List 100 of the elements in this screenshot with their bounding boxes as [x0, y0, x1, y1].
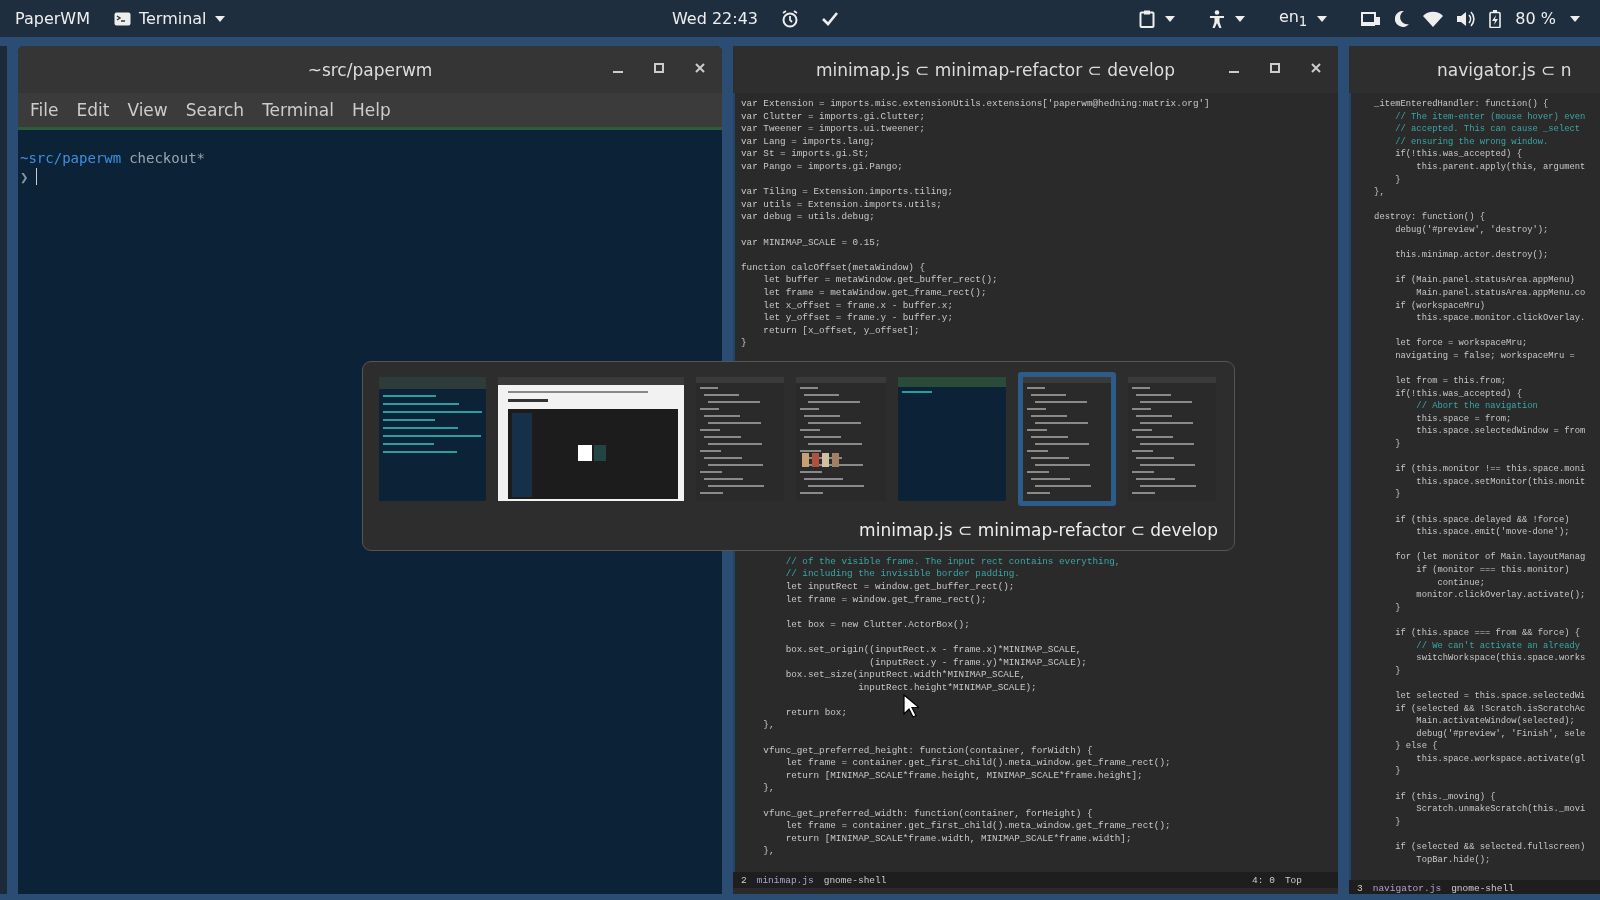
code-line: box.set_size(inputRect.width*MINIMAP_SCALE,	[784, 669, 1026, 681]
clipboard-indicator[interactable]	[1138, 9, 1175, 28]
code-line: this.space.workspace.activate(gl	[1415, 753, 1586, 764]
code-line: if(!this.was_accepted) {	[1394, 149, 1522, 160]
code-line: if (this.monitor !== this.space.moni	[1394, 464, 1586, 475]
code-line: function calcOffset(metaWindow) {	[741, 261, 926, 273]
menu-item[interactable]: File	[22, 98, 67, 122]
buffer-number: 2	[741, 874, 747, 886]
code-line: var Tiling = Extension.imports.tiling;	[741, 186, 953, 198]
accessibility-indicator[interactable]	[1208, 9, 1245, 28]
code-line: if (selected && selected.fullscreen)	[1394, 842, 1586, 853]
code-line: // We can't activate an already	[1415, 640, 1580, 651]
code-line: monitor.clickOverlay.activate();	[1415, 590, 1586, 601]
code-line: // ensuring the wrong window.	[1394, 136, 1549, 147]
display-icon	[1361, 10, 1382, 27]
code-line: let x_offset = frame.x - buffer.x;	[762, 299, 953, 311]
code-line: var Pango = imports.gi.Pango;	[741, 160, 903, 172]
system-menu[interactable]: 80 %	[1361, 9, 1580, 28]
code-line: let y_offset = frame.y - buffer.y;	[762, 312, 953, 324]
code-line: }	[1394, 489, 1401, 500]
code-line: this.space = from;	[1415, 413, 1512, 424]
code-line: },	[762, 845, 775, 857]
code-line: var St = imports.gi.St;	[741, 148, 870, 160]
code-line: if (selected && !Scratch.isScratchAc	[1394, 703, 1586, 714]
code-line: }	[1394, 766, 1401, 777]
code-line: this.space.setMonitor(this.monit	[1415, 476, 1586, 487]
code-line: let frame = container.get_first_child().meta_window.get_frame_rect();	[784, 820, 1171, 832]
code-line: let inputRect = window.get_buffer_rect();	[784, 580, 1015, 592]
code-line: vfunc_get_preferred_height: function(container, forWidth) {	[762, 744, 1093, 756]
mode-name: gnome-shell	[1451, 882, 1514, 894]
close-icon[interactable]	[694, 62, 706, 74]
code-line: }	[1394, 602, 1401, 613]
text-cursor	[36, 168, 38, 185]
code-line: // The item-enter (mouse hover) even	[1394, 111, 1586, 122]
close-icon[interactable]	[1310, 62, 1322, 74]
code-line: // including the invisible border padding.	[784, 568, 1020, 580]
code-line: this.space.selectedWindow = from	[1415, 426, 1586, 437]
code-line: if (Main.panel.statusArea.appMenu)	[1394, 275, 1575, 286]
mouse-pointer-icon	[903, 694, 919, 718]
code-line: if(!this.was_accepted) {	[1394, 388, 1522, 399]
window-thumbnail[interactable]	[498, 377, 684, 501]
code-line: let force = workspaceMru;	[1394, 338, 1528, 349]
code-line: }	[741, 337, 747, 349]
window-thumbnail[interactable]	[898, 377, 1006, 501]
code-line: TopBar.hide();	[1415, 854, 1491, 865]
code-line: _itemEnteredHandler: function() {	[1373, 99, 1549, 109]
menu-item[interactable]: View	[119, 98, 176, 122]
code-line: debug('#preview', 'destroy');	[1394, 224, 1549, 235]
check-icon[interactable]	[822, 11, 839, 26]
terminal-icon	[113, 11, 131, 26]
code-line: // of the visible frame. The input rect contains everything,	[784, 555, 1121, 567]
code-line: var MINIMAP_SCALE = 0.15;	[741, 236, 881, 248]
code-line: this.minimap.actor.destroy();	[1394, 250, 1549, 261]
buffer-number: 3	[1357, 882, 1363, 894]
code-line: this.space.emit('move-done');	[1415, 527, 1570, 538]
menu-item[interactable]: Help	[343, 98, 399, 122]
window-thumbnail[interactable]	[1018, 372, 1116, 506]
caret-icon	[1164, 15, 1175, 22]
code-line: box.set_origin((inputRect.x - frame.x)*MINIMAP_SCALE,	[784, 643, 1082, 655]
clock[interactable]: Wed 22:43	[671, 9, 759, 28]
activities-label[interactable]: PaperWM	[15, 9, 90, 28]
code-line: return [MINIMAP_SCALE*frame.width, MINIMAP_SCALE*frame.width];	[784, 832, 1132, 844]
code-line: // accepted. This can cause _select	[1394, 124, 1580, 135]
code-line: continue;	[1436, 577, 1485, 588]
code-line: },	[762, 782, 775, 794]
code-line: return [MINIMAP_SCALE*frame.height, MINIMAP_SCALE*frame.height];	[784, 769, 1143, 781]
code-line: }	[1394, 665, 1401, 676]
window-title: ~src/paperwm	[307, 59, 433, 80]
code-line: }	[1394, 816, 1401, 827]
code-line: this.space.monitor.clickOverlay.	[1415, 313, 1586, 324]
maximize-icon[interactable]	[1269, 62, 1281, 74]
terminal-area[interactable]: ~src/paperwm checkout* ❯	[18, 130, 722, 894]
code-line: var Extension = imports.misc.extensionUtils.extensions['paperwm@hedning:matrix.org']	[741, 98, 1210, 109]
code-line: var utils = Extension.imports.utils;	[741, 198, 942, 210]
menu-item[interactable]: Search	[177, 98, 253, 122]
code-line: let frame = metaWindow.get_frame_rect();	[762, 286, 987, 298]
code-line: if (this.space.delayed && !force)	[1394, 514, 1570, 525]
app-menu[interactable]: Terminal	[109, 9, 229, 28]
caret-icon	[1234, 15, 1245, 22]
code-line: let box = new Clutter.ActorBox();	[784, 618, 970, 630]
caret-icon	[214, 15, 225, 22]
caret-icon	[1317, 15, 1328, 22]
menu-item[interactable]: Terminal	[254, 98, 342, 122]
window-thumbnail[interactable]	[379, 377, 486, 501]
menu-item[interactable]: Edit	[68, 98, 118, 122]
accessibility-icon	[1208, 9, 1225, 28]
mode-name: gnome-shell	[823, 874, 887, 886]
clipboard-icon	[1138, 9, 1155, 28]
keyboard-layout-indicator[interactable]: en$_{1}$	[1278, 7, 1328, 30]
scroll-position: Top	[1284, 874, 1302, 886]
prompt-symbol: ❯	[20, 168, 29, 185]
wifi-icon	[1423, 10, 1444, 27]
code-line: let buffer = metaWindow.get_buffer_rect();	[762, 274, 998, 286]
battery-percentage: 80 %	[1515, 9, 1556, 28]
code-line: var Tweener = imports.ui.tweener;	[741, 123, 926, 135]
code-line: Main.panel.statusArea.appMenu.co	[1415, 287, 1586, 298]
code-line: if (this._moving) {	[1394, 791, 1496, 802]
maximize-icon[interactable]	[653, 62, 665, 74]
code-line: this.parent.apply(this, argument	[1415, 161, 1586, 172]
code-line: let selected = this.space.selectedWi	[1394, 690, 1586, 701]
